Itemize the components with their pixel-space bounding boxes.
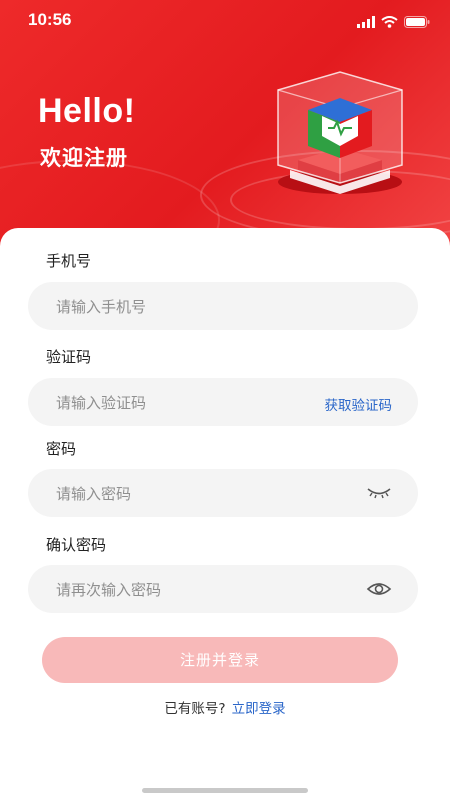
status-bar: 10:56 [0, 0, 450, 40]
phone-input[interactable]: 请输入手机号 [28, 282, 418, 330]
signal-icon [357, 13, 375, 32]
confirm-password-label: 确认密码 [46, 536, 107, 554]
password-input[interactable]: 请输入密码 [28, 469, 418, 517]
code-placeholder: 请输入验证码 [56, 394, 147, 412]
status-icons [357, 13, 430, 32]
confirm-password-input[interactable]: 请再次输入密码 [28, 565, 418, 613]
battery-icon [404, 13, 430, 32]
login-now-link[interactable]: 立即登录 [232, 701, 286, 717]
have-account-text: 已有账号? [164, 701, 226, 717]
hero-subtitle: 欢迎注册 [40, 146, 128, 170]
eye-closed-icon[interactable] [366, 484, 392, 506]
home-indicator[interactable] [142, 788, 308, 793]
code-label: 验证码 [46, 348, 92, 366]
password-label: 密码 [46, 440, 77, 458]
phone-label: 手机号 [46, 252, 92, 270]
eye-open-icon[interactable] [366, 580, 392, 602]
cube-logo-icon [270, 70, 410, 200]
hero-greeting: Hello! [38, 92, 136, 130]
status-time: 10:56 [28, 10, 72, 29]
register-and-login-button[interactable]: 注册并登录 [42, 637, 398, 683]
code-input[interactable]: 请输入验证码 获取验证码 [28, 378, 418, 426]
phone-placeholder: 请输入手机号 [56, 298, 147, 316]
login-prompt-row: 已有账号? 立即登录 [0, 697, 450, 717]
password-placeholder: 请输入密码 [56, 485, 132, 503]
confirm-password-placeholder: 请再次输入密码 [56, 581, 162, 599]
wifi-icon [381, 13, 398, 32]
get-code-button[interactable]: 获取验证码 [325, 394, 393, 414]
hero-banner: 10:56 Hello! 欢迎注册 [0, 0, 450, 260]
